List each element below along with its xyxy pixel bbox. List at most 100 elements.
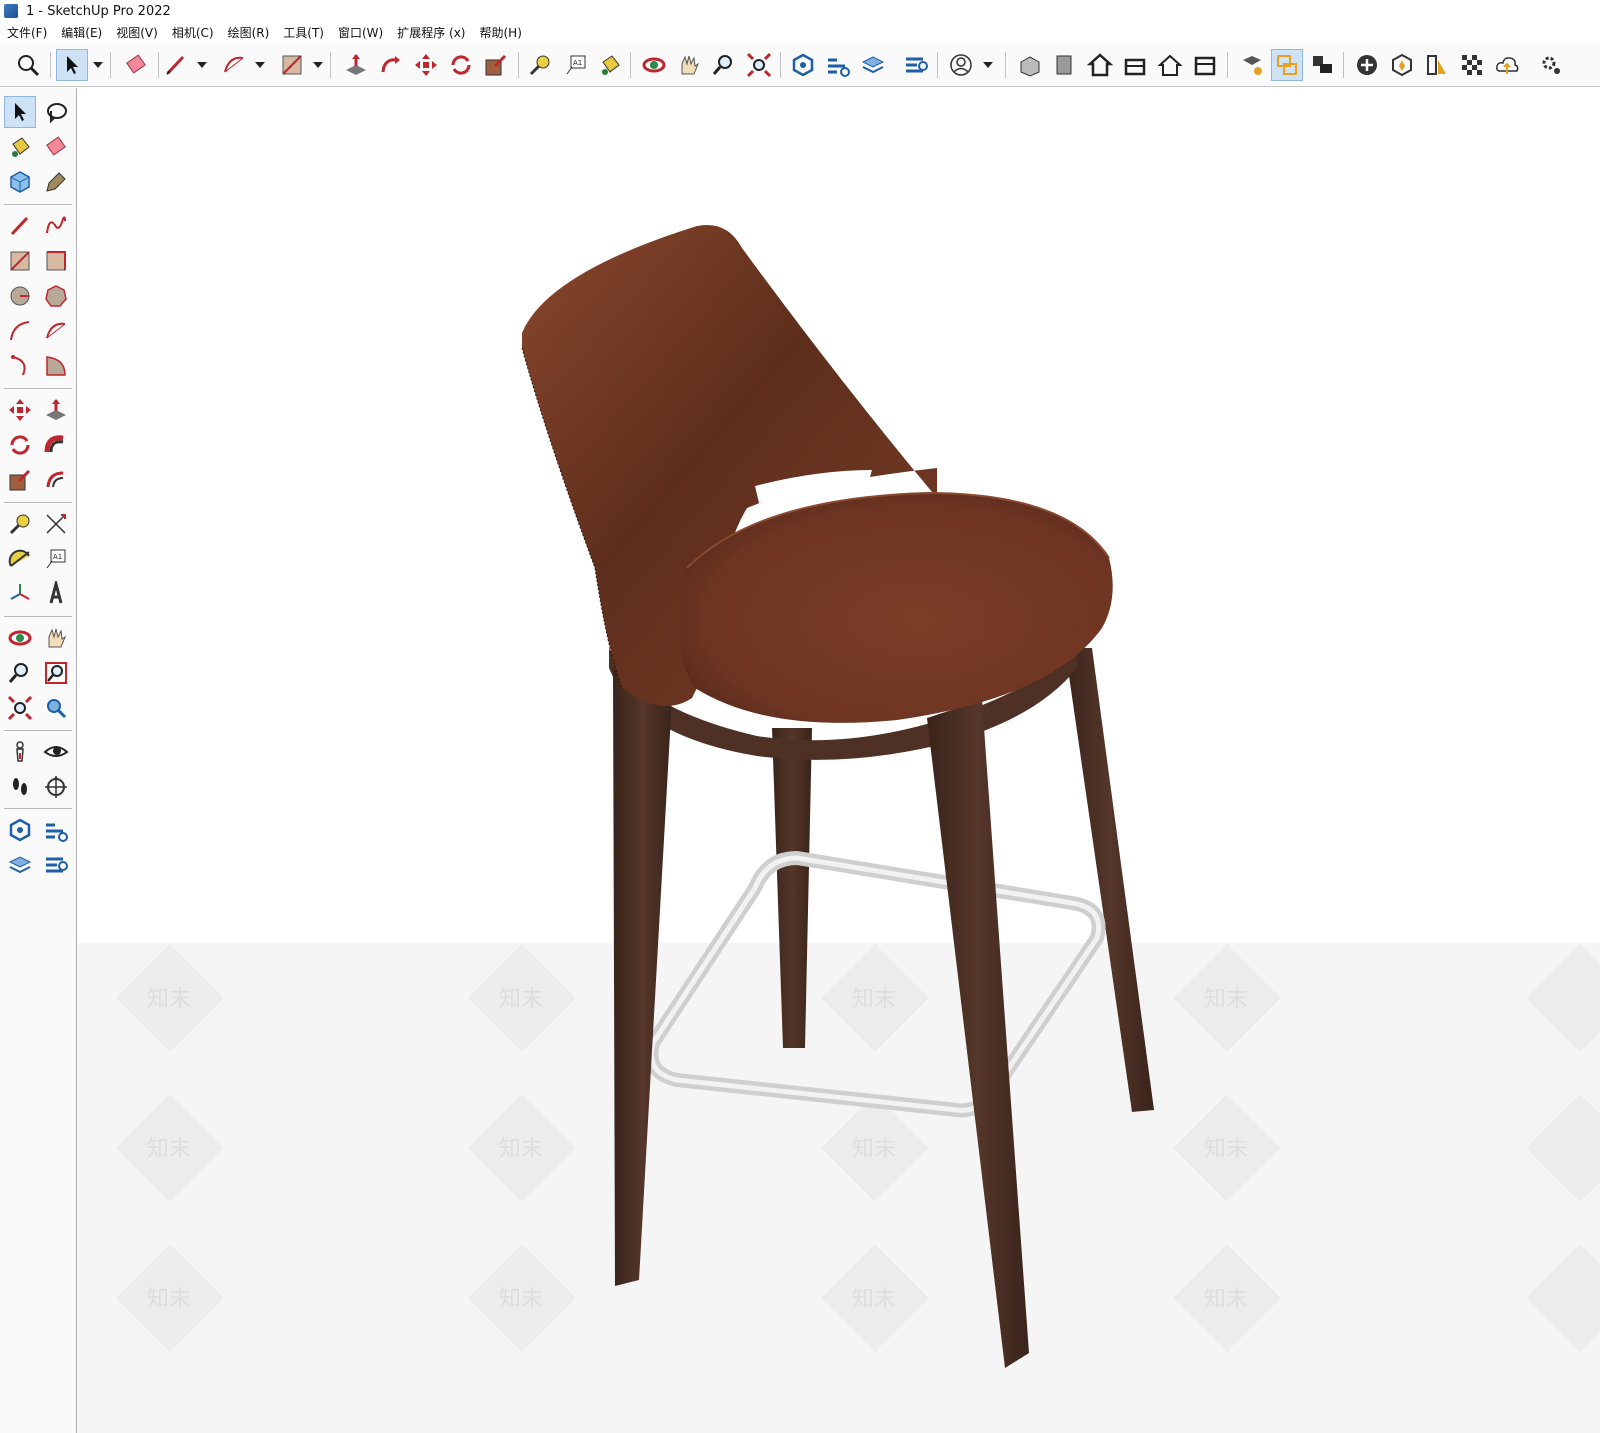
orbit-lasso-icon[interactable] (40, 96, 72, 128)
extension-warehouse-icon[interactable] (822, 49, 854, 81)
tag-icon[interactable] (40, 166, 72, 198)
look-around-icon[interactable] (40, 736, 72, 768)
svg-text:A1: A1 (573, 59, 582, 67)
window-title: 1 - SketchUp Pro 2022 (26, 3, 171, 19)
warehouse-icon[interactable] (787, 49, 819, 81)
scenes-icon[interactable] (1306, 49, 1338, 81)
offset-icon[interactable] (40, 464, 72, 496)
line-icon[interactable] (4, 210, 36, 242)
chevron-down-icon[interactable] (980, 49, 996, 81)
cloud-icon[interactable] (1491, 49, 1523, 81)
move-icon[interactable] (4, 394, 36, 426)
textures-icon[interactable] (1456, 49, 1488, 81)
sandbox-icon[interactable] (1421, 49, 1453, 81)
menu-window[interactable]: 窗口(W) (331, 22, 390, 44)
bar-chair-model[interactable] (77, 88, 1600, 1433)
iso-view-icon[interactable] (1014, 49, 1046, 81)
solid-inspector-icon[interactable] (1386, 49, 1418, 81)
zoom-icon[interactable] (4, 657, 36, 689)
chevron-down-icon[interactable] (310, 49, 326, 81)
component-icon[interactable] (4, 166, 36, 198)
eraser-icon[interactable] (40, 131, 72, 163)
zoom-window-icon[interactable] (40, 657, 72, 689)
circle-icon[interactable] (4, 280, 36, 312)
move-icon[interactable] (410, 49, 442, 81)
zoom-icon[interactable] (708, 49, 740, 81)
3d-text-icon[interactable] (40, 578, 72, 610)
pencil-icon[interactable] (160, 49, 192, 81)
text-icon[interactable]: A1 (40, 543, 72, 575)
menu-extensions[interactable]: 扩展程序 (x) (390, 22, 472, 44)
paint-bucket-icon[interactable] (594, 49, 626, 81)
model-viewport[interactable]: 知末 知末 知末 知末 知末 知末 知末 知末 知末 知末 知末 知末 (77, 88, 1600, 1433)
select-tool-icon[interactable] (56, 49, 88, 81)
select-tool-icon[interactable] (4, 96, 36, 128)
menu-view[interactable]: 视图(V) (109, 22, 165, 44)
menu-help[interactable]: 帮助(H) (472, 22, 528, 44)
rectangle-icon[interactable] (276, 49, 308, 81)
pan-icon[interactable] (673, 49, 705, 81)
extension-manager-icon[interactable] (900, 49, 932, 81)
layout-icon[interactable] (4, 849, 36, 881)
tape-measure-icon[interactable] (524, 49, 556, 81)
follow-me-icon[interactable] (375, 49, 407, 81)
walk-icon[interactable] (4, 771, 36, 803)
left-view-icon[interactable] (1189, 49, 1221, 81)
freehand-icon[interactable] (40, 210, 72, 242)
position-camera-icon[interactable] (4, 736, 36, 768)
extension-warehouse-icon[interactable] (40, 814, 72, 846)
svg-text:A1: A1 (53, 553, 62, 561)
top-view-icon[interactable] (1084, 49, 1116, 81)
previous-view-icon[interactable] (40, 692, 72, 724)
chevron-down-icon[interactable] (90, 49, 106, 81)
front-view-icon[interactable] (1049, 49, 1081, 81)
chevron-down-icon[interactable] (252, 49, 268, 81)
right-view-icon[interactable] (1119, 49, 1151, 81)
scale-icon[interactable] (480, 49, 512, 81)
menu-draw[interactable]: 绘图(R) (221, 22, 277, 44)
eraser-icon[interactable] (120, 49, 152, 81)
styles-icon[interactable] (1236, 49, 1268, 81)
extension-manager-icon[interactable] (40, 849, 72, 881)
layout-icon[interactable] (857, 49, 889, 81)
menu-tools[interactable]: 工具(T) (276, 22, 331, 44)
rotated-rectangle-icon[interactable] (40, 245, 72, 277)
zoom-extents-icon[interactable] (4, 692, 36, 724)
rotate-icon[interactable] (445, 49, 477, 81)
text-icon[interactable]: A1 (560, 49, 592, 81)
menu-camera[interactable]: 相机(C) (165, 22, 221, 44)
zoom-extents-icon[interactable] (743, 49, 775, 81)
orbit-icon[interactable] (638, 49, 670, 81)
push-pull-icon[interactable] (40, 394, 72, 426)
orbit-icon[interactable] (4, 622, 36, 654)
back-view-icon[interactable] (1154, 49, 1186, 81)
settings-gear-icon[interactable] (1535, 49, 1567, 81)
axes-icon[interactable] (4, 578, 36, 610)
dimension-icon[interactable] (40, 508, 72, 540)
section-plane-icon[interactable] (40, 771, 72, 803)
paint-bucket-icon[interactable] (4, 131, 36, 163)
rotate-icon[interactable] (4, 429, 36, 461)
arc-icon[interactable] (4, 315, 36, 347)
menu-file[interactable]: 文件(F) (0, 22, 54, 44)
follow-me-icon[interactable] (40, 429, 72, 461)
search-icon[interactable] (12, 49, 44, 81)
sketchup-app-icon (4, 4, 18, 18)
chevron-down-icon[interactable] (194, 49, 210, 81)
menu-edit[interactable]: 编辑(E) (54, 22, 109, 44)
scale-icon[interactable] (4, 464, 36, 496)
pan-icon[interactable] (40, 622, 72, 654)
outliner-icon[interactable] (1271, 49, 1303, 81)
push-pull-icon[interactable] (340, 49, 372, 81)
polygon-icon[interactable] (40, 280, 72, 312)
two-point-arc-icon[interactable] (40, 315, 72, 347)
three-point-arc-icon[interactable] (4, 350, 36, 382)
pie-icon[interactable] (40, 350, 72, 382)
protractor-icon[interactable] (4, 543, 36, 575)
arc-icon[interactable] (218, 49, 250, 81)
warehouse-icon[interactable] (4, 814, 36, 846)
rectangle-icon[interactable] (4, 245, 36, 277)
add-location-icon[interactable] (1351, 49, 1383, 81)
account-icon[interactable] (945, 49, 977, 81)
tape-measure-icon[interactable] (4, 508, 36, 540)
